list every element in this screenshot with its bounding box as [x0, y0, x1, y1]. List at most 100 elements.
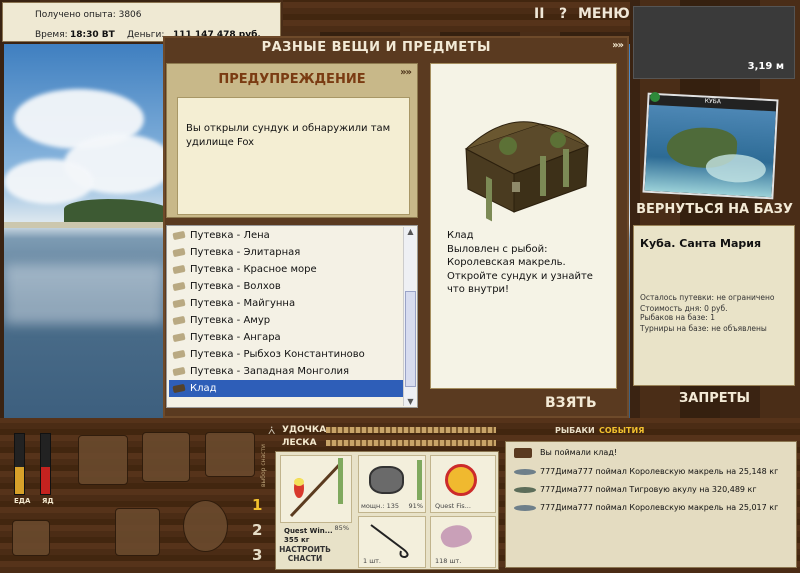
treasure-chest-image [464, 121, 590, 222]
bucket-icon[interactable] [183, 500, 228, 552]
tab-anglers[interactable]: РЫБАКИ [555, 426, 595, 435]
items-list[interactable]: Путевка - Лена Путевка - Элитарная Путев… [166, 225, 418, 408]
take-button[interactable]: ВЗЯТЬ [545, 395, 597, 411]
warning-arrows-icon[interactable]: »» [400, 67, 412, 78]
list-item[interactable]: Путевка - Западная Монголия [169, 363, 403, 380]
window-arrows-icon[interactable]: »» [612, 40, 624, 51]
event-row: 777Дима777 поймал Тигровую акулу на 320,… [510, 481, 794, 499]
money-label: Деньги: [127, 30, 165, 40]
tackle-set-1[interactable]: 1 [252, 496, 262, 514]
items-window-title: РАЗНЫЕ ВЕЩИ И ПРЕДМЕТЫ [261, 40, 491, 55]
base-info-panel: Куба. Санта Мария Осталось путевки: не о… [633, 225, 795, 386]
shop-icon[interactable] [12, 520, 50, 556]
event-row: 777Дима777 поймал Королевскую макрель на… [510, 499, 794, 517]
events-log: Вы поймали клад! 777Дима777 поймал Корол… [505, 441, 797, 568]
island-trees [64, 199, 174, 224]
tackle-set-3[interactable]: 3 [252, 546, 262, 564]
day-cost: Стоимость дня: 0 руб. [640, 304, 728, 313]
hook-icon [370, 524, 409, 559]
hook-slot[interactable]: 1 шт. [358, 516, 426, 568]
tackle-bars: ⩑ УДОЧКА ЛЕСКА [268, 423, 507, 448]
list-item[interactable]: Путевка - Волхов [169, 278, 403, 295]
rod-tension-bar [326, 427, 496, 433]
tackle-select-label: выбор снасти [260, 444, 267, 487]
ticket-icon [172, 264, 186, 275]
backpack-icon[interactable] [78, 435, 128, 485]
ticket-icon [172, 315, 186, 326]
food-label: ЕДА [14, 497, 31, 505]
line-label: ЛЕСКА [282, 438, 317, 448]
tools-icon[interactable] [115, 508, 160, 556]
list-item[interactable]: Путевка - Майгунна [169, 295, 403, 312]
scroll-up-icon[interactable]: ▲ [404, 227, 417, 236]
time-value: 18:30 ВТ [70, 30, 115, 40]
scroll-down-icon[interactable]: ▼ [404, 397, 417, 406]
shark-icon [514, 487, 536, 493]
reel-power: мощн.: 135 [361, 502, 399, 510]
rod-weight: 355 кг [284, 536, 310, 544]
setup-tackle-button[interactable]: НАСТРОИТЬ СНАСТИ [277, 545, 333, 563]
item-detail-panel: Клад Выловлен с рыбой: Королевская макре… [430, 63, 617, 389]
list-item[interactable]: Путевка - Элитарная [169, 244, 403, 261]
list-item[interactable]: Путевка - Рыбхоз Константиново [169, 346, 403, 363]
line-name: Quest Fis... [435, 502, 471, 510]
item-description: Клад Выловлен с рыбой: Королевская макре… [447, 229, 612, 297]
help-button[interactable]: ? [559, 6, 567, 22]
chest-icon [514, 448, 532, 458]
anglers-count: Рыбаков на базе: 1 [640, 313, 715, 322]
poison-gauge-fill [41, 467, 50, 494]
tackle-set-2[interactable]: 2 [252, 521, 262, 539]
reel-icon [369, 466, 404, 494]
ticket-icon [172, 298, 186, 309]
tournaments-status: Турниры на базе: не объявлены [640, 324, 767, 333]
shoreline [4, 222, 174, 228]
hook-count: 1 шт. [363, 557, 382, 565]
chest-icon [172, 383, 186, 394]
pin-icon [650, 92, 660, 102]
poison-gauge [40, 433, 51, 495]
fish-icon [514, 505, 536, 511]
menu-button[interactable]: МЕНЮ [578, 6, 630, 22]
depth-value: 3,19 м [747, 61, 784, 72]
book-icon[interactable] [205, 432, 255, 477]
return-to-base-button[interactable]: ВЕРНУТЬСЯ НА БАЗУ [633, 202, 796, 217]
list-item[interactable]: Путевка - Ангара [169, 329, 403, 346]
tackle-box-icon[interactable] [142, 432, 190, 482]
top-bar: II ? МЕНЮ [283, 0, 630, 32]
list-item[interactable]: Путевка - Красное море [169, 261, 403, 278]
ticket-icon [172, 332, 186, 343]
bait-slot[interactable]: 118 шт. [430, 516, 496, 568]
location-map[interactable]: КУБА [642, 92, 779, 200]
warning-title: ПРЕДУПРЕЖДЕНИЕ [218, 72, 366, 87]
bans-button[interactable]: ЗАПРЕТЫ [633, 391, 796, 406]
ticket-icon [172, 366, 186, 377]
experience-label: Получено опыта: 3806 [35, 10, 142, 20]
reel-slot[interactable]: мощн.: 135 91% [358, 455, 426, 513]
rod-label: УДОЧКА [282, 425, 327, 435]
tab-events[interactable]: СОБЫТИЯ [599, 426, 644, 435]
line-spool-icon [445, 464, 477, 496]
bait-icon [438, 520, 474, 552]
list-item[interactable]: Путевка - Амур [169, 312, 403, 329]
reel-health-bar [417, 460, 422, 500]
line-slot[interactable]: Quest Fis... [430, 455, 496, 513]
list-item-selected[interactable]: Клад [169, 380, 403, 397]
bait-count: 118 шт. [435, 557, 462, 565]
event-row: Вы поймали клад! [510, 444, 794, 462]
ticket-icon [172, 230, 186, 241]
cloud [4, 159, 94, 204]
item-origin: Выловлен с рыбой: Королевская макрель. [447, 243, 566, 269]
list-scrollbar[interactable]: ▲ ▼ [403, 227, 416, 406]
reel-percent: 91% [408, 502, 423, 510]
pause-button[interactable]: II [534, 6, 544, 22]
scroll-thumb[interactable] [405, 291, 416, 387]
warning-message: Вы открыли сундук и обнаружили там удили… [177, 97, 410, 215]
ticket-icon [172, 247, 186, 258]
warning-panel: ПРЕДУПРЕЖДЕНИЕ »» Вы открыли сундук и об… [166, 63, 418, 218]
base-title: Куба. Санта Мария [640, 237, 762, 250]
food-gauge [14, 433, 25, 495]
list-item[interactable]: Путевка - Лена [169, 227, 403, 244]
event-row: 777Дима777 поймал Королевскую макрель на… [510, 463, 794, 481]
food-gauge-fill [15, 467, 24, 494]
trip-left: Осталось путевки: не ограничено [640, 293, 775, 302]
